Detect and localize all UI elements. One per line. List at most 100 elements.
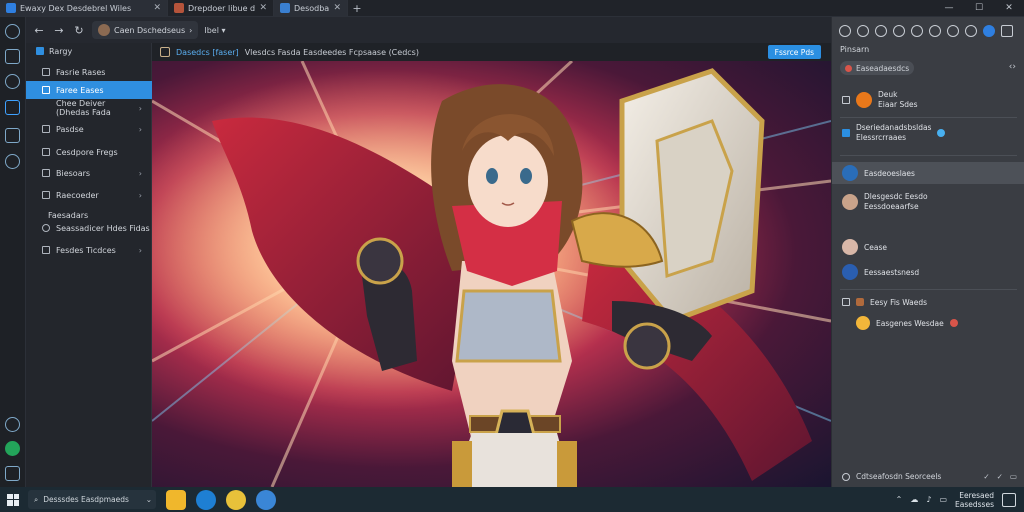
list-item-title: Dseriedanadsbsldas bbox=[856, 123, 932, 132]
panel-footer: Cdtseafosdn Seorceels ✓ ✓ ▭ bbox=[832, 466, 1024, 487]
main-artwork-image bbox=[152, 61, 831, 487]
chevron-up-icon[interactable]: ⌃ bbox=[896, 495, 903, 504]
file-explorer-icon[interactable] bbox=[166, 489, 186, 510]
clock[interactable]: Eeresaed Easedsses bbox=[955, 491, 994, 509]
list-item[interactable]: Deuk Eiaar Sdes bbox=[832, 87, 1024, 113]
list-item[interactable]: Eesy Fis Waeds bbox=[832, 293, 1024, 311]
list-item[interactable]: Easgenes Wesdae bbox=[832, 314, 1024, 332]
chat-icon[interactable] bbox=[857, 25, 869, 37]
phone-icon[interactable] bbox=[911, 25, 923, 37]
breadcrumb[interactable]: Ibel ▾ bbox=[204, 26, 225, 35]
collections-icon[interactable] bbox=[5, 49, 20, 64]
image-icon bbox=[160, 47, 170, 57]
chevron-right-icon: › bbox=[138, 190, 142, 200]
panel-icon[interactable] bbox=[5, 466, 20, 481]
nav-item-label: Fesdes Ticdces bbox=[56, 245, 116, 255]
nav-item[interactable]: Fasrie Rases bbox=[26, 63, 152, 81]
panel-header-label: Rargy bbox=[49, 46, 73, 56]
image-action-button[interactable]: Fssrce Pds bbox=[767, 45, 821, 59]
profile-icon[interactable] bbox=[983, 25, 995, 37]
more-icon[interactable] bbox=[1001, 25, 1013, 37]
nav-subitem[interactable]: Chee Deiver (Dhedas Fada › bbox=[26, 99, 152, 117]
refresh-icon[interactable]: ↻ bbox=[72, 24, 86, 37]
list-item[interactable]: Eessaestsnesd bbox=[832, 261, 1024, 283]
footer-label[interactable]: Cdtseafosdn Seorceels bbox=[856, 472, 941, 481]
nav-item-label: Seassadicer Hdes Fidas bbox=[56, 223, 150, 233]
bell-icon[interactable] bbox=[875, 25, 887, 37]
avatar bbox=[842, 165, 858, 181]
status-dot-icon bbox=[845, 64, 852, 72]
list-item[interactable]: Cease bbox=[832, 236, 1024, 258]
emoji-icon[interactable] bbox=[893, 25, 905, 37]
list-item[interactable]: Dlesgesdc Eesdo Eessdoeaarfse bbox=[832, 189, 1024, 215]
nav-item[interactable]: Fesdes Ticdces › bbox=[26, 241, 152, 259]
chrome-browser-icon[interactable] bbox=[226, 489, 246, 510]
minimize-button[interactable]: — bbox=[934, 0, 964, 16]
nav-item[interactable]: Raecoeder › bbox=[26, 186, 152, 204]
nav-item-active[interactable]: Faree Eases bbox=[26, 81, 152, 99]
edge-browser-icon[interactable] bbox=[196, 489, 216, 510]
tab-close-icon[interactable]: ✕ bbox=[259, 3, 267, 13]
image-title-link[interactable]: Dasedcs [faser] bbox=[176, 48, 239, 57]
chevron-right-icon: › bbox=[138, 124, 142, 134]
expand-arrows-icon[interactable]: ‹› bbox=[1009, 62, 1016, 72]
nav-item-label: Biesoars bbox=[56, 168, 91, 178]
list-item-selected[interactable]: Easdeoeslaes bbox=[832, 162, 1024, 184]
check-icon[interactable]: ✓ bbox=[983, 472, 989, 481]
list-item-sub: Elessrcrraaes bbox=[856, 133, 907, 142]
home-icon[interactable] bbox=[5, 24, 20, 39]
tab-1[interactable]: Ewaxy Dex Desdebrel Wiles ✕ bbox=[0, 0, 168, 16]
search-chip[interactable]: Easeadaesdcs bbox=[840, 61, 914, 75]
volume-icon[interactable]: ♪ bbox=[926, 495, 931, 504]
notification-icon[interactable] bbox=[1002, 492, 1016, 507]
filter-icon[interactable]: ▭ bbox=[1010, 472, 1017, 481]
nav-item-label: Faree Eases bbox=[56, 85, 104, 95]
item-icon bbox=[42, 125, 50, 133]
avatar bbox=[842, 264, 858, 280]
app-icon bbox=[856, 298, 864, 306]
store-icon[interactable] bbox=[256, 489, 276, 510]
checkbox[interactable] bbox=[842, 96, 850, 104]
tab-close-icon[interactable]: ✕ bbox=[333, 3, 341, 13]
nav-item[interactable]: Pasdse › bbox=[26, 120, 152, 138]
new-tab-button[interactable]: + bbox=[348, 0, 366, 16]
windows-taskbar: ⌕ Desssdes Easdpmaeds ⌄ ⌃ ☁ ♪ ▭ Eeresaed… bbox=[0, 487, 1024, 512]
tab-title: Drepdoer libue dhelipelak bbox=[188, 3, 256, 13]
star-icon[interactable] bbox=[947, 25, 959, 37]
close-button[interactable]: ✕ bbox=[994, 0, 1024, 16]
tab-2[interactable]: Drepdoer libue dhelipelak ✕ bbox=[168, 0, 274, 16]
taskbar-search[interactable]: ⌕ Desssdes Easdpmaeds ⌄ bbox=[28, 490, 156, 509]
nav-item[interactable]: Seassadicer Hdes Fidas bbox=[26, 219, 152, 237]
settings-icon[interactable] bbox=[5, 154, 20, 169]
tag-icon[interactable] bbox=[929, 25, 941, 37]
item-icon bbox=[42, 68, 50, 76]
item-icon bbox=[42, 148, 50, 156]
nav-item-label: Chee Deiver (Dhedas Fada bbox=[56, 99, 111, 117]
tab-favicon bbox=[6, 3, 16, 13]
clock-date: Easedsses bbox=[955, 499, 994, 509]
forward-arrow-icon[interactable]: → bbox=[52, 24, 66, 37]
checkbox[interactable] bbox=[842, 298, 850, 306]
refresh-icon[interactable] bbox=[839, 25, 851, 37]
list-item[interactable]: Dseriedanadsbsldas Elessrcrraaes bbox=[832, 121, 1024, 145]
cloud-icon[interactable]: ☁ bbox=[910, 495, 918, 504]
display-icon[interactable]: ▭ bbox=[939, 495, 947, 504]
status-icon[interactable] bbox=[5, 441, 20, 456]
back-arrow-icon[interactable]: ← bbox=[32, 24, 46, 37]
check-icon[interactable]: ✓ bbox=[997, 472, 1003, 481]
nav-item[interactable]: Cesdpore Fregs bbox=[26, 143, 152, 161]
avatar bbox=[98, 24, 110, 36]
shield-icon[interactable] bbox=[5, 128, 20, 143]
maximize-button[interactable]: ☐ bbox=[964, 0, 994, 16]
profile-pill[interactable]: Caen Dschedseus › bbox=[92, 21, 199, 39]
chat-icon[interactable] bbox=[5, 74, 20, 89]
nav-item[interactable]: Biesoars › bbox=[26, 164, 152, 182]
people-icon[interactable] bbox=[965, 25, 977, 37]
divider bbox=[840, 117, 1017, 118]
start-button[interactable] bbox=[0, 493, 26, 506]
tab-3[interactable]: Desodbaee ✕ bbox=[274, 0, 348, 16]
history-icon[interactable] bbox=[5, 417, 20, 432]
tab-close-icon[interactable]: ✕ bbox=[153, 3, 161, 13]
images-icon[interactable] bbox=[5, 100, 20, 115]
list-item-text: Deuk Eiaar Sdes bbox=[878, 90, 918, 110]
